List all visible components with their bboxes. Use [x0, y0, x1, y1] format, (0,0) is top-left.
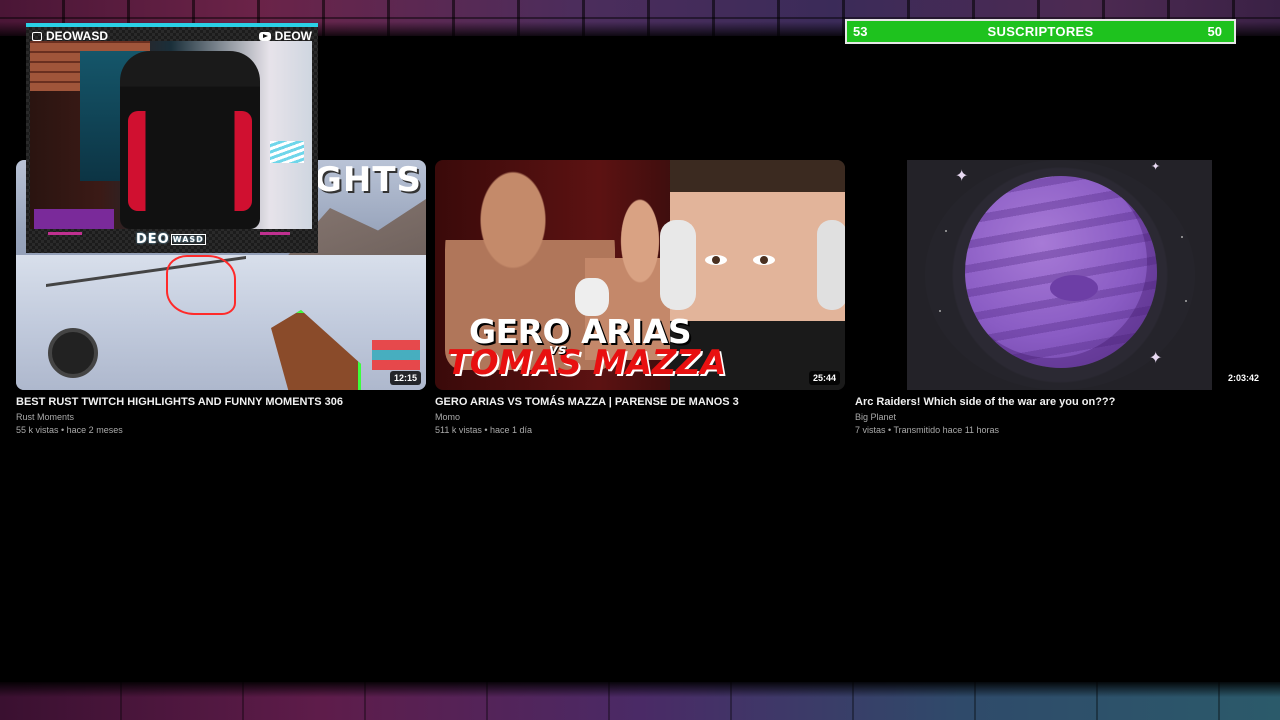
video-card[interactable]: ✦ ✦ ✦ 2:03:42 Arc Raiders! Which side of… — [855, 160, 1265, 435]
eye-graphic — [705, 255, 727, 265]
video-thumbnail[interactable]: GERO ARIAS TOMAS MAZZA vs 25:44 — [435, 160, 845, 390]
twitch-name: DEOWASD — [46, 29, 109, 43]
eye-graphic — [753, 255, 775, 265]
lamp-graphic — [270, 141, 304, 163]
video-card[interactable]: GERO ARIAS TOMAS MAZZA vs 25:44 GERO ARI… — [435, 160, 845, 435]
hud-graphic — [372, 340, 420, 370]
frame-accent — [260, 232, 290, 235]
video-title[interactable]: BEST RUST TWITCH HIGHLIGHTS AND FUNNY MO… — [16, 396, 426, 408]
video-meta: 511 k vistas • hace 1 día — [435, 425, 533, 435]
thumbnail-vs: vs — [549, 342, 567, 358]
twitch-handle: DEOWASD — [32, 29, 108, 43]
desk-light-graphic — [34, 209, 114, 229]
star-dot — [945, 230, 947, 232]
youtube-icon — [258, 31, 271, 41]
headphone-graphic — [817, 220, 845, 310]
video-duration: 25:44 — [808, 371, 840, 385]
star-icon: ✦ — [955, 166, 969, 185]
planet-icon — [965, 176, 1157, 368]
webcam-header: DEOWASD DEOW — [26, 27, 318, 45]
thumbnail-subheading: TOMAS MAZZA — [447, 343, 726, 383]
star-dot — [1181, 236, 1183, 238]
youtube-name: DEOW — [274, 29, 312, 43]
video-meta: 7 vistas • Transmitido hace 11 horas — [855, 425, 1000, 435]
channel-name[interactable]: Big Planet — [855, 412, 1265, 422]
video-thumbnail[interactable]: ✦ ✦ ✦ 2:03:42 — [855, 160, 1265, 390]
wheel-graphic — [48, 328, 98, 378]
logo-keys: WASD — [170, 234, 206, 245]
youtube-handle: DEOW — [258, 29, 312, 43]
star-dot — [1185, 300, 1187, 302]
video-duration: 2:03:42 — [1227, 373, 1259, 383]
video-title[interactable]: GERO ARIAS VS TOMÁS MAZZA | PARENSE DE M… — [435, 396, 845, 408]
channel-name[interactable]: Momo — [435, 412, 845, 422]
planet-spot — [1050, 275, 1098, 301]
thumbnail-heading: GHTS — [313, 160, 422, 200]
gaming-chair-accent — [128, 111, 252, 211]
video-meta: 55 k vistas • hace 2 meses — [16, 425, 123, 435]
video-duration: 12:15 — [389, 371, 421, 385]
twitch-icon — [32, 31, 42, 41]
star-icon: ✦ — [1151, 160, 1161, 173]
floor-bottom — [0, 682, 1280, 720]
subscriber-count: 53 — [853, 24, 868, 39]
glove-graphic — [575, 278, 609, 316]
logo-text: DEO — [136, 232, 170, 247]
video-title[interactable]: Arc Raiders! Which side of the war are y… — [855, 396, 1265, 408]
star-dot — [939, 310, 941, 312]
headphone-graphic — [660, 220, 696, 310]
frame-accent — [48, 232, 82, 235]
subscriber-goal-bar: 53 SUSCRIPTORES 50 — [845, 19, 1236, 44]
star-icon: ✦ — [1149, 348, 1163, 367]
player-outline-graphic — [166, 255, 236, 315]
webcam-overlay: DEOWASD DEOW DEO WASD — [26, 23, 318, 253]
subscriber-goal: 50 — [1207, 24, 1222, 39]
streamer-logo: DEO WASD — [136, 232, 206, 247]
subscriber-label: SUSCRIPTORES — [987, 24, 1094, 39]
channel-name[interactable]: Rust Moments — [16, 412, 426, 422]
webcam-feed — [30, 41, 312, 229]
